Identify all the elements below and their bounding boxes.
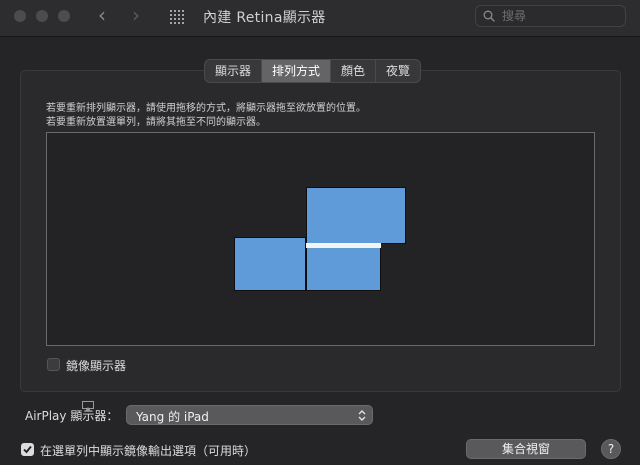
airplay-label: AirPlay 顯示器： bbox=[25, 409, 119, 423]
checkmark-icon bbox=[23, 445, 32, 454]
tab-color[interactable]: 顏色 bbox=[331, 60, 377, 82]
zoom-window-button[interactable] bbox=[58, 10, 70, 22]
close-window-button[interactable] bbox=[14, 10, 26, 22]
menubar-indicator[interactable] bbox=[306, 243, 381, 248]
gather-windows-button[interactable]: 集合視窗 bbox=[466, 439, 586, 459]
window-title: 內建 Retina顯示器 bbox=[203, 10, 326, 26]
airplay-display-select[interactable]: Yang 的 iPad bbox=[126, 405, 373, 425]
tab-bar: 顯示器 排列方式 顏色 夜覽 bbox=[204, 59, 422, 83]
show-mirroring-options-label: 在選單列中顯示鏡像輸出選項（可用時） bbox=[40, 444, 257, 458]
search-input[interactable] bbox=[502, 8, 620, 24]
chevron-left-icon[interactable]: ‹ bbox=[98, 5, 106, 25]
chevron-right-icon[interactable]: › bbox=[132, 5, 140, 25]
tab-night-shift[interactable]: 夜覽 bbox=[376, 60, 420, 82]
system-preferences-window: ‹ › 內建 Retina顯示器 顯示器 排列方式 顏色 夜覽 若要重新排列顯示… bbox=[0, 0, 640, 465]
search-field[interactable] bbox=[475, 5, 626, 27]
chevron-updown-icon bbox=[358, 410, 366, 421]
display-main[interactable] bbox=[306, 243, 381, 291]
tab-arrangement[interactable]: 排列方式 bbox=[262, 60, 332, 82]
title-bar: ‹ › 內建 Retina顯示器 bbox=[0, 0, 640, 37]
minimize-window-button[interactable] bbox=[36, 10, 48, 22]
mirror-displays-checkbox[interactable] bbox=[47, 358, 60, 371]
airplay-selected-value: Yang 的 iPad bbox=[136, 410, 209, 424]
search-icon bbox=[483, 10, 495, 22]
menubar-instruction: 若要重新放置選單列，請將其拖至不同的顯示器。 bbox=[46, 117, 266, 128]
mirror-displays-label: 鏡像顯示器 bbox=[66, 359, 127, 373]
show-mirroring-options-checkbox[interactable] bbox=[21, 443, 34, 456]
show-all-grid-icon[interactable] bbox=[170, 10, 186, 26]
tab-displays[interactable]: 顯示器 bbox=[205, 60, 263, 82]
arrangement-instruction: 若要重新排列顯示器，請使用拖移的方式，將顯示器拖至欲放置的位置。 bbox=[46, 103, 366, 114]
help-button[interactable]: ? bbox=[601, 439, 621, 459]
display-left[interactable] bbox=[234, 237, 306, 291]
airplay-icon bbox=[82, 401, 94, 411]
display-top-right[interactable] bbox=[306, 187, 406, 244]
